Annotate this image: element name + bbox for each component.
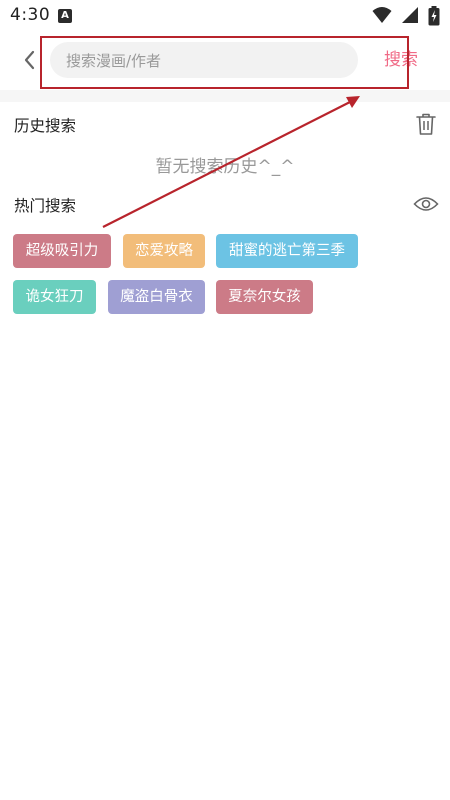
chevron-left-icon[interactable]: [18, 46, 42, 74]
trash-icon[interactable]: [415, 112, 437, 136]
empty-history-text: 暂无搜索历史^_^: [155, 157, 295, 177]
status-time: 4:30: [10, 5, 51, 25]
status-bar: 4:30 A: [0, 0, 450, 32]
hot-tag[interactable]: 恋爱攻略: [123, 234, 205, 268]
search-box: [50, 42, 358, 80]
search-button[interactable]: 搜索: [376, 46, 426, 74]
hot-tag[interactable]: 夏奈尔女孩: [216, 280, 313, 314]
signal-icon: [401, 7, 418, 23]
search-input[interactable]: [64, 42, 348, 80]
wifi-icon: [372, 7, 392, 23]
status-icons: [368, 6, 440, 26]
search-screen: 4:30 A 搜索 历史搜索: [0, 0, 450, 800]
battery-charging-icon: [428, 6, 440, 26]
notification-a-icon: A: [58, 9, 72, 23]
hot-tag[interactable]: 甜蜜的逃亡第三季: [216, 234, 358, 268]
eye-icon[interactable]: [413, 194, 439, 214]
hot-tag[interactable]: 诡女狂刀: [13, 280, 96, 314]
hot-tag[interactable]: 魔盗白骨衣: [108, 280, 205, 314]
history-section-title: 历史搜索: [14, 117, 77, 135]
hot-section-title: 热门搜索: [14, 197, 77, 215]
header-divider-strip: [0, 90, 450, 102]
search-header: 搜索: [0, 32, 450, 90]
hot-tag[interactable]: 超级吸引力: [13, 234, 111, 268]
